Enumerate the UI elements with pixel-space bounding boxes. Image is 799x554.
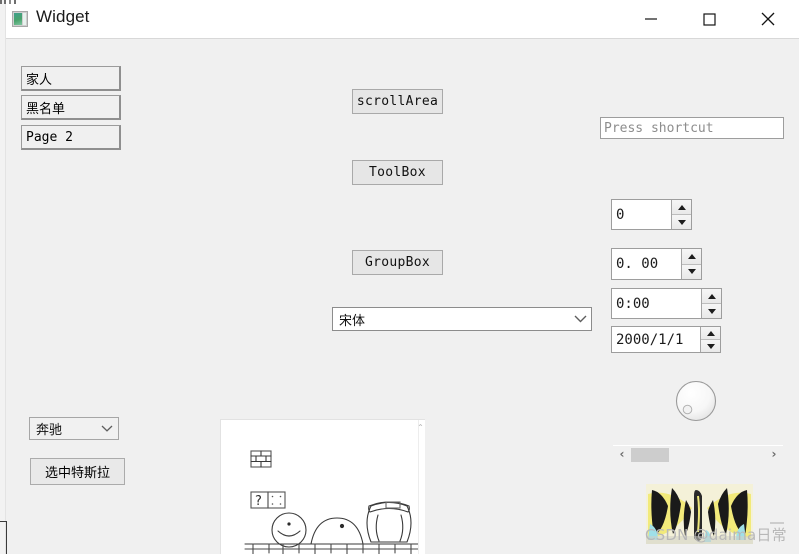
sidebar-item-label: 黑名单 <box>26 101 66 117</box>
window-title: Widget <box>36 7 90 26</box>
chevron-down-icon <box>96 425 118 432</box>
button-label: scrollArea <box>356 94 439 109</box>
scrollbar-handle[interactable] <box>631 448 669 462</box>
spin-box-value: 0 <box>612 200 671 229</box>
svg-text:?: ? <box>255 494 262 509</box>
spin-box[interactable]: 0 <box>611 199 692 230</box>
font-combo-value: 宋体 <box>339 313 366 329</box>
spin-down-icon[interactable] <box>682 264 701 279</box>
widget-window: Widget 家人 黑名单 Page 2 scrollArea ToolBox … <box>0 0 799 554</box>
watermark-tick <box>770 522 784 524</box>
sidebar-item-label: 家人 <box>26 72 53 88</box>
screen-edge-artifact <box>0 0 26 4</box>
button-label: GroupBox <box>364 255 430 270</box>
scroll-area-scrollbar[interactable]: ⌃ <box>417 420 425 554</box>
spin-down-icon[interactable] <box>672 215 691 229</box>
spin-up-icon[interactable] <box>682 249 701 265</box>
minimize-button[interactable] <box>628 0 674 38</box>
chevron-down-icon <box>569 315 591 323</box>
date-edit-arrows[interactable] <box>700 327 720 352</box>
close-button[interactable] <box>745 0 791 38</box>
scroll-right-arrow-icon[interactable]: › <box>767 447 781 462</box>
button-label: ToolBox <box>369 165 426 180</box>
scroll-area-button[interactable]: scrollArea <box>352 89 443 114</box>
spin-box-arrows[interactable] <box>671 200 691 229</box>
car-combo-box[interactable]: 奔驰 <box>29 417 119 440</box>
scroll-up-arrow-icon[interactable]: ⌃ <box>417 424 424 432</box>
tool-box-button[interactable]: ToolBox <box>352 160 443 185</box>
double-spin-box[interactable]: 0. 00 <box>611 248 702 280</box>
key-sequence-input[interactable]: Press shortcut <box>600 117 784 139</box>
date-edit-value: 2000/1/1 <box>612 327 700 352</box>
group-box-button[interactable]: GroupBox <box>352 250 443 275</box>
double-spin-box-arrows[interactable] <box>681 249 701 279</box>
key-sequence-placeholder: Press shortcut <box>604 120 714 136</box>
double-spin-box-value: 0. 00 <box>612 249 681 279</box>
time-edit-arrows[interactable] <box>701 289 721 318</box>
font-combo-box[interactable]: 宋体 <box>332 307 592 331</box>
scroll-left-arrow-icon[interactable]: ‹ <box>615 447 629 462</box>
spin-down-icon[interactable] <box>702 304 721 318</box>
sketch-drawing: ? <box>244 450 425 554</box>
sidebar-item-blacklist[interactable]: 黑名单 <box>21 95 121 120</box>
sidebar-item-family[interactable]: 家人 <box>21 66 121 91</box>
window-left-edge <box>0 0 6 554</box>
time-edit[interactable]: 0:00 <box>611 288 722 319</box>
spin-down-icon[interactable] <box>701 340 720 352</box>
spin-up-icon[interactable] <box>701 327 720 340</box>
select-tesla-button[interactable]: 选中特斯拉 <box>30 458 125 485</box>
horizontal-scrollbar[interactable]: ‹ › <box>613 445 783 462</box>
watermark-text: CSDN @daima日常 <box>645 526 787 544</box>
scroll-area-sketch[interactable]: ? ⌃ <box>220 419 425 554</box>
sidebar-item-page-2[interactable]: Page 2 <box>21 125 121 150</box>
screen-edge-artifact-bottom <box>0 521 7 554</box>
dial[interactable] <box>674 379 718 423</box>
date-edit[interactable]: 2000/1/1 <box>611 326 721 353</box>
qt-logo-icon <box>12 11 28 27</box>
title-bar: Widget <box>0 0 799 39</box>
spin-up-icon[interactable] <box>702 289 721 304</box>
sidebar-item-label: Page 2 <box>26 129 73 145</box>
maximize-button[interactable] <box>686 0 732 38</box>
time-edit-value: 0:00 <box>612 289 701 318</box>
spin-up-icon[interactable] <box>672 200 691 215</box>
car-combo-value: 奔驰 <box>36 423 63 438</box>
button-label: 选中特斯拉 <box>44 466 110 481</box>
